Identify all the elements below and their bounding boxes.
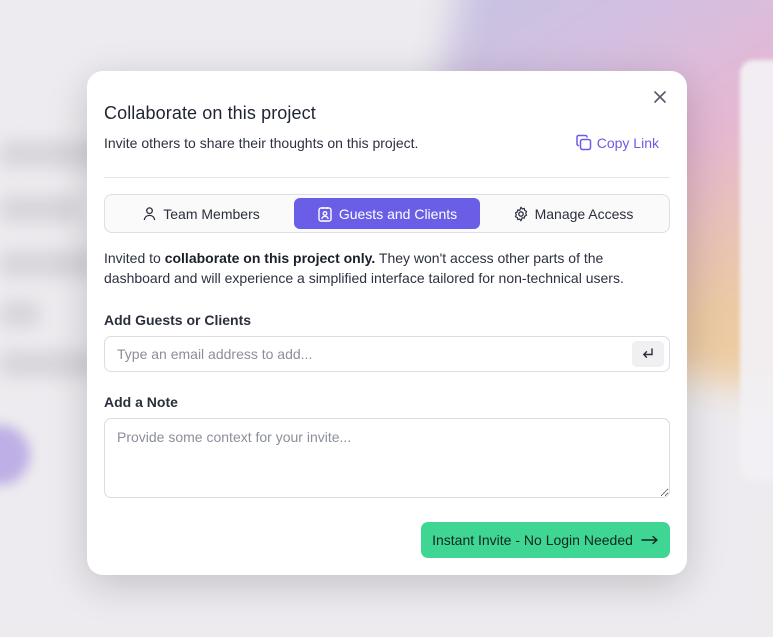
copy-link-label: Copy Link	[596, 135, 659, 151]
gear-icon	[514, 206, 527, 221]
email-field	[104, 336, 670, 372]
description-emphasis: collaborate on this project only.	[164, 250, 376, 266]
tab-label: Team Members	[163, 205, 260, 222]
instant-invite-button[interactable]: Instant Invite - No Login Needed	[421, 522, 670, 558]
tab-label: Manage Access	[534, 205, 634, 222]
add-email-button[interactable]	[632, 341, 664, 367]
close-icon	[654, 91, 666, 103]
guest-description: Invited to collaborate on this project o…	[104, 248, 670, 288]
header-divider	[104, 177, 670, 178]
collaborate-modal: Collaborate on this project Invite other…	[87, 71, 687, 575]
invite-button-label: Instant Invite - No Login Needed	[432, 532, 633, 548]
copy-link-button[interactable]: Copy Link	[575, 134, 659, 152]
email-field-label: Add Guests or Clients	[104, 312, 252, 328]
enter-icon	[643, 348, 653, 358]
email-input[interactable]	[105, 337, 632, 371]
invite-tabs: Team Members Guests and Clients Manage A…	[104, 194, 670, 233]
tab-guests-and-clients[interactable]: Guests and Clients	[294, 198, 480, 229]
tab-manage-access[interactable]: Manage Access	[480, 198, 666, 229]
copy-icon	[575, 134, 591, 151]
description-prefix: Invited to	[104, 250, 165, 266]
note-textarea[interactable]	[104, 418, 670, 498]
tab-label: Guests and Clients	[338, 205, 458, 222]
contact-card-icon	[318, 206, 332, 222]
modal-subtitle: Invite others to share their thoughts on…	[104, 135, 419, 151]
close-button[interactable]	[651, 88, 669, 106]
arrow-right-icon	[641, 535, 658, 545]
tab-team-members[interactable]: Team Members	[108, 198, 294, 229]
note-field-label: Add a Note	[104, 394, 178, 410]
user-icon	[143, 207, 156, 221]
modal-title: Collaborate on this project	[104, 103, 316, 123]
